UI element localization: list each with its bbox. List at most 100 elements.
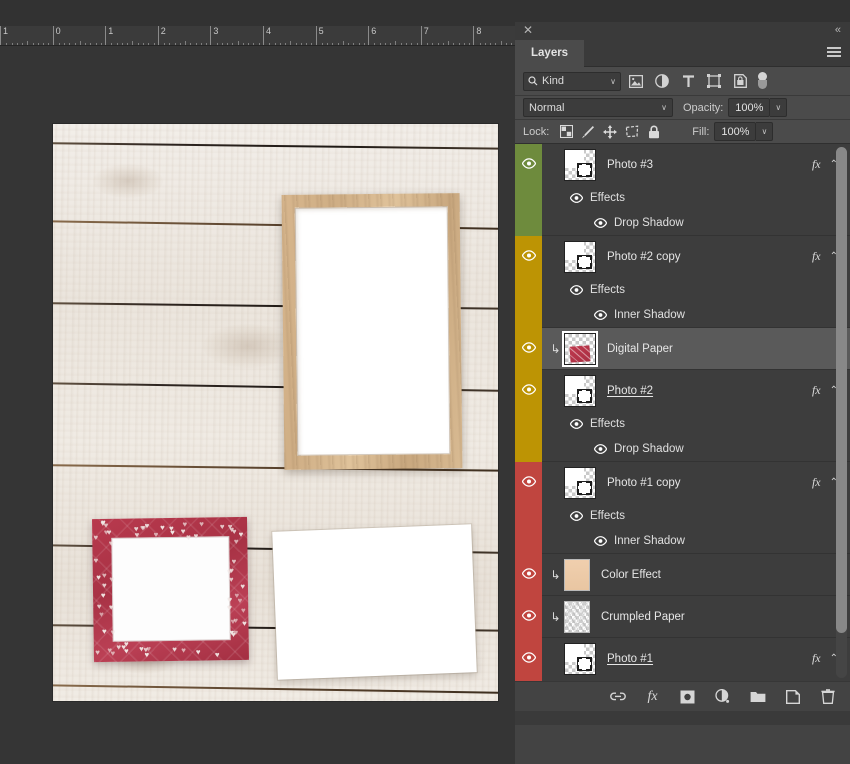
effect-visibility-eye-icon[interactable] — [594, 218, 607, 228]
layer-row-color-effect[interactable]: ↳ Color Effect — [542, 554, 850, 595]
layer-name[interactable]: Photo #2 copy — [607, 251, 812, 263]
layer-color-label[interactable] — [515, 554, 542, 596]
layer-group-photo-1-copy: Photo #1 copy fx ⌃ Effects Inner Shadow — [515, 462, 850, 554]
layer-thumbnail[interactable] — [564, 467, 596, 499]
lock-image-icon[interactable] — [578, 122, 598, 142]
layer-effect-item[interactable]: Inner Shadow — [542, 528, 850, 553]
layer-effects-fx-icon[interactable]: fx — [812, 475, 821, 490]
layer-thumbnail[interactable] — [564, 333, 596, 365]
layer-name[interactable]: Photo #2 — [607, 385, 812, 397]
effect-visibility-eye-icon[interactable] — [594, 536, 607, 546]
layer-effect-item[interactable]: Drop Shadow — [542, 210, 850, 235]
layer-row-crumpled-paper[interactable]: ↳ Crumpled Paper — [542, 596, 850, 637]
layer-effects-fx-icon[interactable]: fx — [812, 651, 821, 666]
layer-effect-item[interactable]: Inner Shadow — [542, 302, 850, 327]
lock-position-icon[interactable] — [600, 122, 620, 142]
layer-name[interactable]: Photo #1 copy — [607, 477, 812, 489]
layer-name[interactable]: Photo #1 — [607, 653, 812, 665]
add-layer-mask-icon[interactable] — [679, 688, 696, 705]
opacity-stepper-icon[interactable]: ∨ — [770, 98, 787, 117]
effects-visibility-eye-icon[interactable] — [570, 285, 583, 295]
filter-type-icon[interactable] — [677, 70, 699, 92]
filter-shape-icon[interactable] — [703, 70, 725, 92]
layer-visibility-eye-icon[interactable] — [522, 158, 536, 169]
layer-visibility-eye-icon[interactable] — [522, 384, 536, 395]
layer-name[interactable]: Color Effect — [601, 569, 850, 581]
layer-color-label[interactable] — [515, 236, 542, 328]
layer-effects-row[interactable]: Effects — [542, 679, 850, 681]
wooden-photo-frame[interactable] — [282, 193, 463, 470]
effects-visibility-eye-icon[interactable] — [570, 193, 583, 203]
new-group-icon[interactable] — [749, 688, 766, 705]
blend-mode-select[interactable]: Normal ∨ — [523, 98, 673, 117]
layer-thumbnail[interactable] — [564, 241, 596, 273]
layer-thumbnail[interactable] — [564, 375, 596, 407]
layer-name[interactable]: Crumpled Paper — [601, 611, 850, 623]
layer-effects-fx-icon[interactable]: fx — [812, 157, 821, 172]
fill-input[interactable]: 100% — [714, 122, 756, 141]
layer-thumbnail[interactable] — [564, 643, 596, 675]
layer-visibility-eye-icon[interactable] — [522, 342, 536, 353]
layer-effects-fx-icon[interactable]: fx — [812, 249, 821, 264]
layer-effects-row[interactable]: Effects — [542, 411, 850, 436]
layer-visibility-eye-icon[interactable] — [522, 610, 536, 621]
layer-color-label[interactable] — [515, 328, 542, 370]
layer-visibility-eye-icon[interactable] — [522, 652, 536, 663]
filter-enable-toggle[interactable] — [757, 72, 768, 90]
heart-motif: ♥ — [102, 629, 108, 635]
layer-list-scrollbar[interactable] — [836, 147, 847, 678]
filter-adjustment-icon[interactable] — [651, 70, 673, 92]
new-adjustment-layer-icon[interactable] — [714, 688, 731, 705]
effect-visibility-eye-icon[interactable] — [594, 310, 607, 320]
layer-effects-row[interactable]: Effects — [542, 277, 850, 302]
effect-visibility-eye-icon[interactable] — [594, 444, 607, 454]
layer-color-label[interactable] — [515, 370, 542, 462]
layer-visibility-eye-icon[interactable] — [522, 250, 536, 261]
layer-color-label[interactable] — [515, 596, 542, 638]
tab-layers[interactable]: Layers — [515, 40, 584, 67]
white-photo-card[interactable] — [272, 524, 477, 680]
effects-visibility-eye-icon[interactable] — [570, 511, 583, 521]
layer-visibility-eye-icon[interactable] — [522, 568, 536, 579]
layer-row-photo-2[interactable]: Photo #2 fx ⌃ — [542, 370, 850, 411]
layer-thumbnail[interactable] — [564, 601, 590, 633]
collapse-panel-icon[interactable]: « — [835, 23, 840, 37]
layer-effects-row[interactable]: Effects — [542, 185, 850, 210]
close-icon[interactable]: ✕ — [521, 23, 535, 37]
filter-pixel-icon[interactable] — [625, 70, 647, 92]
lock-transparency-icon[interactable] — [556, 122, 576, 142]
delete-layer-icon[interactable] — [819, 688, 836, 705]
layer-effects-fx-icon[interactable]: fx — [812, 383, 821, 398]
add-layer-style-icon[interactable]: fx — [644, 688, 661, 705]
layer-color-label[interactable] — [515, 462, 542, 554]
layer-list-scrollbar-thumb[interactable] — [836, 147, 847, 633]
layer-list[interactable]: Photo #3 fx ⌃ Effects Drop Shadow Photo #2 co… — [515, 144, 850, 681]
layer-effects-row[interactable]: Effects — [542, 503, 850, 528]
effects-visibility-eye-icon[interactable] — [570, 419, 583, 429]
layer-thumbnail[interactable] — [564, 149, 596, 181]
lock-artboard-icon[interactable] — [622, 122, 642, 142]
layer-row-photo-1[interactable]: Photo #1 fx ⌃ — [542, 638, 850, 679]
layer-row-digital-paper[interactable]: ↳ Digital Paper — [542, 328, 850, 369]
heart-pattern-photo-frame[interactable]: ♥ ♥ ♥ ♥ ♥ ♥ ♥ ♥ ♥ ♥ ♥ ♥ ♥ ♥ ♥ ♥ ♥ ♥ ♥ ♥ ♥ ♥ ♥ ♥ ♥ ♥ ♥ ♥ ♥ ♥ ♥ ♥ ♥ ♥ ♥ ♥ ♥ ♥ ♥ ♥… — [92, 517, 249, 662]
layer-visibility-eye-icon[interactable] — [522, 476, 536, 487]
filter-smartobject-icon[interactable] — [729, 70, 751, 92]
layer-color-label[interactable] — [515, 144, 542, 236]
opacity-input[interactable]: 100% — [728, 98, 770, 117]
panel-menu-icon[interactable] — [827, 47, 841, 59]
canvas-artboard[interactable]: ♥ ♥ ♥ ♥ ♥ ♥ ♥ ♥ ♥ ♥ ♥ ♥ ♥ ♥ ♥ ♥ ♥ ♥ ♥ ♥ ♥ ♥ ♥ ♥ ♥ ♥ ♥ ♥ ♥ ♥ ♥ ♥ ♥ ♥ ♥ ♥ ♥ ♥ ♥ ♥… — [53, 124, 498, 701]
layer-row-photo-3[interactable]: Photo #3 fx ⌃ — [542, 144, 850, 185]
layer-color-label[interactable] — [515, 638, 542, 681]
layer-group-photo-3: Photo #3 fx ⌃ Effects Drop Shadow — [515, 144, 850, 236]
new-layer-icon[interactable] — [784, 688, 801, 705]
layer-name[interactable]: Digital Paper — [607, 343, 850, 355]
layer-name[interactable]: Photo #3 — [607, 159, 812, 171]
link-layers-icon[interactable] — [609, 688, 626, 705]
layer-thumbnail[interactable] — [564, 559, 590, 591]
layer-effect-item[interactable]: Drop Shadow — [542, 436, 850, 461]
lock-all-icon[interactable] — [644, 122, 664, 142]
filter-kind-select[interactable]: Kind ∨ — [523, 72, 621, 91]
layer-row-photo-2-copy[interactable]: Photo #2 copy fx ⌃ — [542, 236, 850, 277]
layer-row-photo-1-copy[interactable]: Photo #1 copy fx ⌃ — [542, 462, 850, 503]
fill-stepper-icon[interactable]: ∨ — [756, 122, 773, 141]
